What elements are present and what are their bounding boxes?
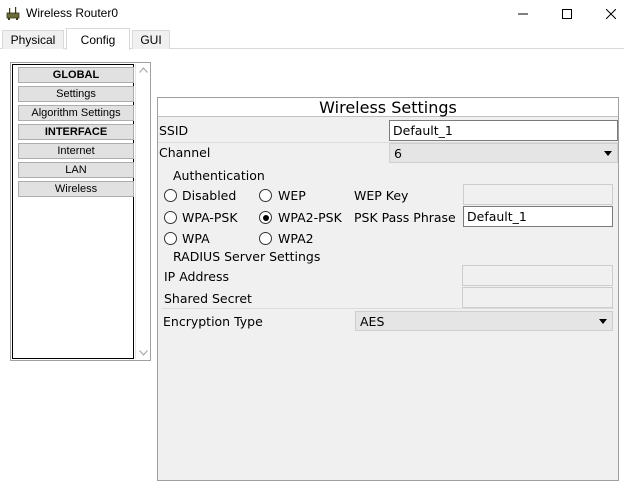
psk-pass-phrase-input[interactable]: Default_1 <box>463 206 613 227</box>
sidebar-item-internet[interactable]: Internet <box>18 143 134 159</box>
radio-wpa2-label: WPA2 <box>278 231 314 246</box>
window-title: Wireless Router0 <box>26 6 119 20</box>
router-icon <box>6 7 20 20</box>
minimize-button[interactable] <box>500 0 546 28</box>
encryption-type-value: AES <box>360 313 385 329</box>
encryption-type-select[interactable]: AES <box>355 311 613 331</box>
radio-wpa[interactable] <box>164 232 177 245</box>
wep-key-input[interactable] <box>463 184 613 205</box>
title-bar: Wireless Router0 <box>0 0 624 28</box>
authentication-group-title: Authentication <box>171 168 267 183</box>
radio-wep-label: WEP <box>278 188 306 203</box>
scroll-up-icon[interactable] <box>139 67 148 73</box>
shared-secret-label: Shared Secret <box>164 291 252 306</box>
sidebar: GLOBAL Settings Algorithm Settings INTER… <box>10 62 151 361</box>
radio-wpa-label: WPA <box>182 231 210 246</box>
divider <box>162 308 614 309</box>
panel-title: Wireless Settings <box>158 98 618 117</box>
sidebar-item-settings[interactable]: Settings <box>18 86 134 102</box>
chevron-down-icon <box>599 319 607 324</box>
ssid-input[interactable]: Default_1 <box>389 120 618 141</box>
close-button[interactable] <box>588 0 624 28</box>
tab-config[interactable]: Config <box>66 28 130 50</box>
sidebar-header-interface: INTERFACE <box>18 124 134 140</box>
sidebar-item-algorithm-settings[interactable]: Algorithm Settings <box>18 105 134 121</box>
wep-key-label: WEP Key <box>354 188 409 203</box>
channel-select[interactable]: 6 <box>389 143 618 163</box>
sidebar-item-lan[interactable]: LAN <box>18 162 134 178</box>
maximize-button[interactable] <box>544 0 590 28</box>
radio-wep[interactable] <box>259 189 272 202</box>
radio-wpa2[interactable] <box>259 232 272 245</box>
minimize-icon <box>518 13 528 15</box>
psk-pass-phrase-label: PSK Pass Phrase <box>354 210 456 225</box>
tab-gui[interactable]: GUI <box>132 30 170 49</box>
radius-group-title: RADIUS Server Settings <box>171 249 323 264</box>
sidebar-list: GLOBAL Settings Algorithm Settings INTER… <box>12 64 134 359</box>
encryption-type-label: Encryption Type <box>163 314 263 329</box>
radio-wpa-psk[interactable] <box>164 211 177 224</box>
channel-label: Channel <box>159 145 211 160</box>
ip-address-label: IP Address <box>164 269 229 284</box>
radio-wpa2-psk[interactable] <box>259 211 272 224</box>
sidebar-item-wireless[interactable]: Wireless <box>18 181 134 197</box>
close-icon <box>606 9 616 19</box>
scroll-down-icon[interactable] <box>139 350 148 356</box>
tab-physical[interactable]: Physical <box>2 30 64 49</box>
ssid-label: SSID <box>159 123 189 138</box>
chevron-down-icon <box>604 151 612 156</box>
ip-address-input[interactable] <box>462 265 613 286</box>
sidebar-header-global: GLOBAL <box>18 67 134 83</box>
shared-secret-input[interactable] <box>462 287 613 308</box>
radio-disabled[interactable] <box>164 189 177 202</box>
wireless-settings-panel: Wireless Settings SSID Default_1 Channel… <box>157 97 619 481</box>
tab-bar: Physical Config GUI <box>0 28 624 50</box>
radio-wpa2-psk-label: WPA2-PSK <box>278 210 342 225</box>
maximize-icon <box>562 9 572 19</box>
radio-wpa-psk-label: WPA-PSK <box>182 210 238 225</box>
sidebar-scrollbar[interactable] <box>135 64 150 359</box>
radio-disabled-label: Disabled <box>182 188 237 203</box>
channel-value: 6 <box>394 145 402 161</box>
